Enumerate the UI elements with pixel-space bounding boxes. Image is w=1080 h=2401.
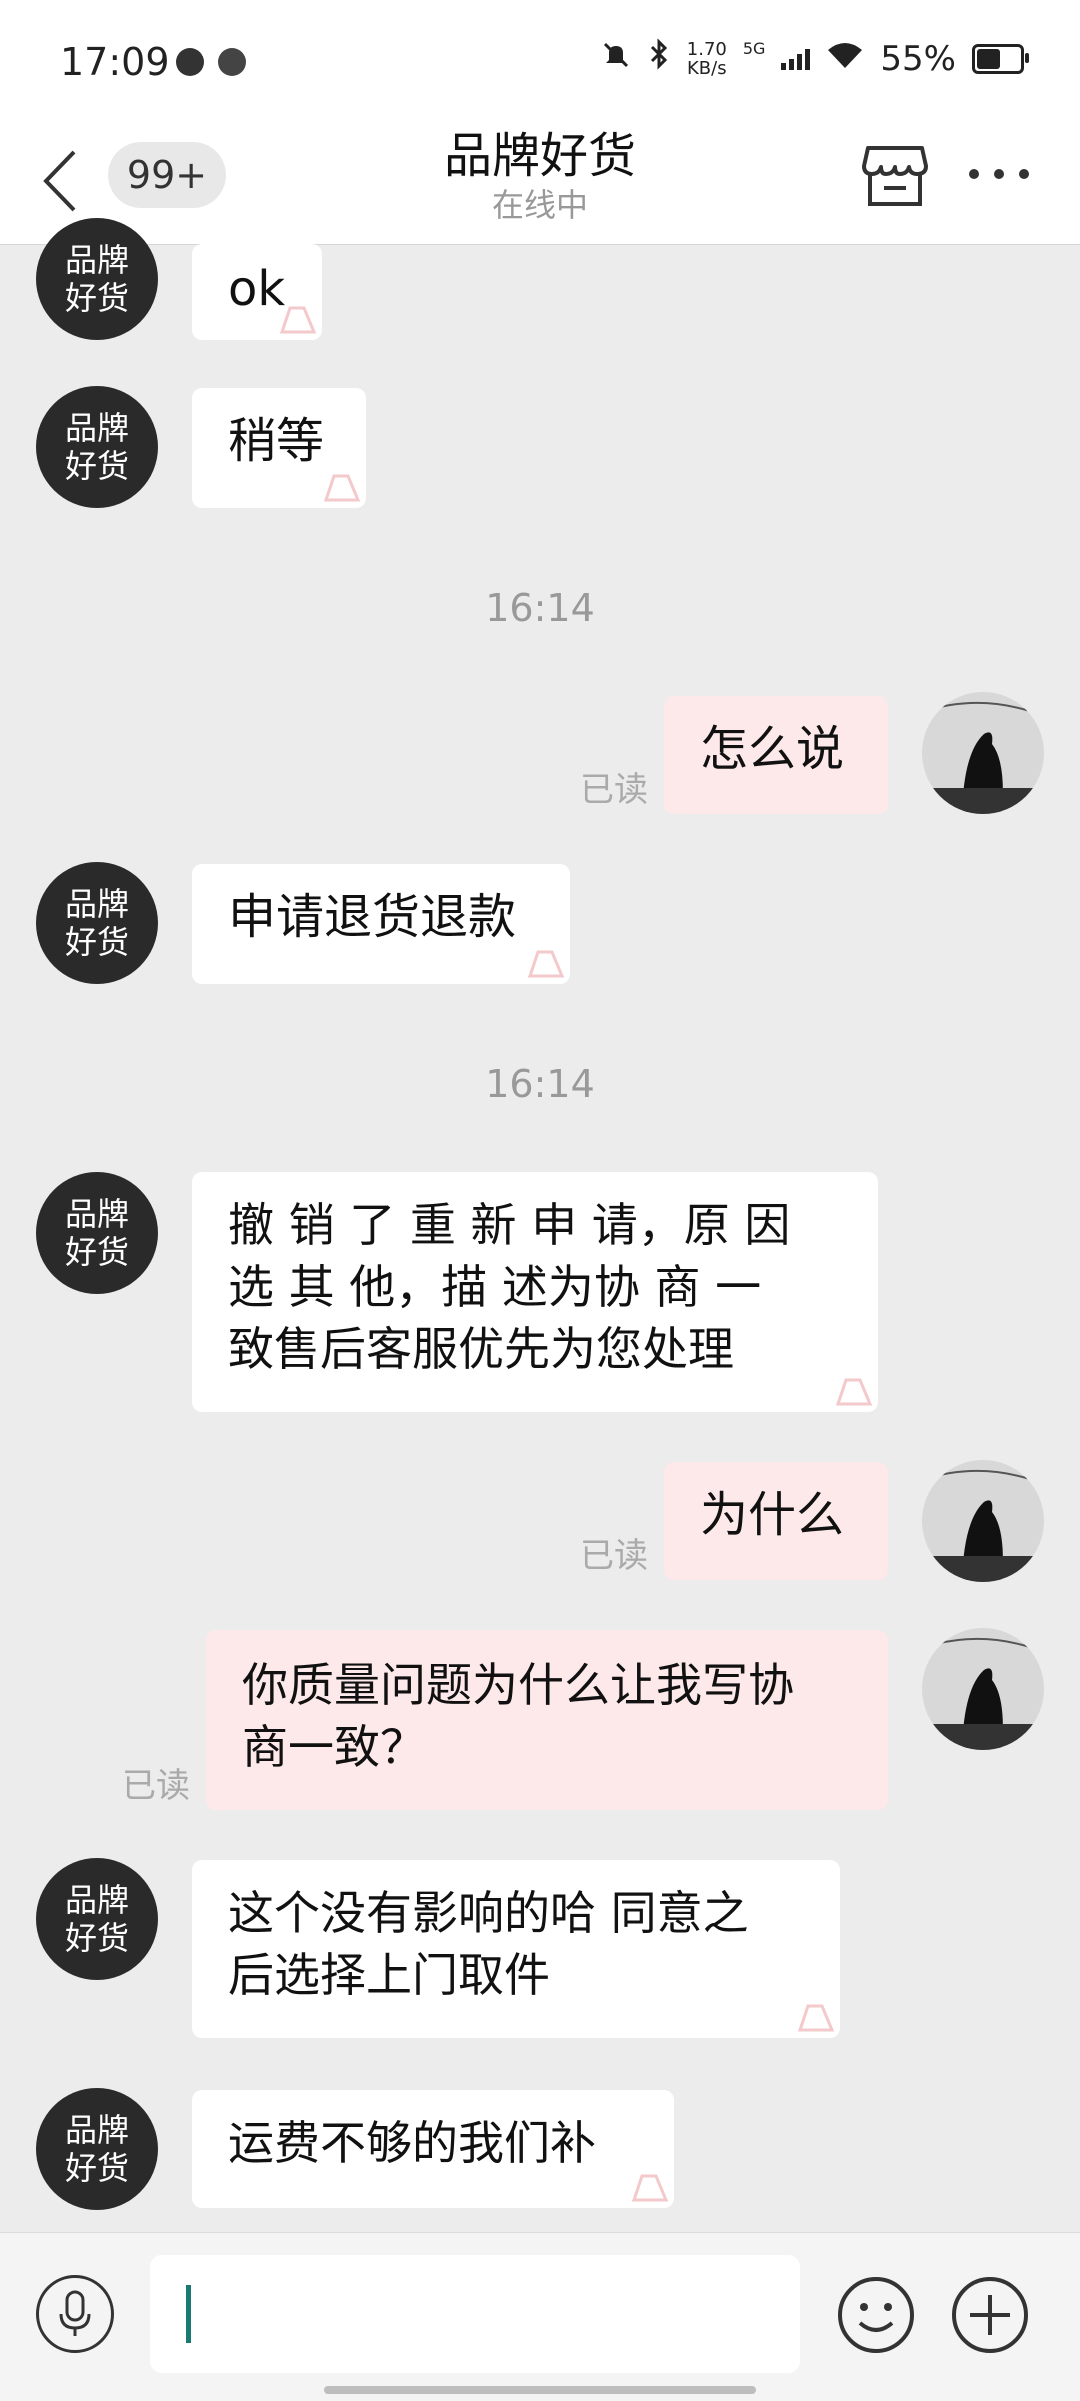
stopwatch-icon <box>218 48 246 76</box>
crow-avatar-icon <box>922 692 1044 814</box>
store-button[interactable] <box>860 140 930 210</box>
emoji-icon <box>838 2277 914 2353</box>
shop-avatar[interactable]: 品牌 好货 <box>36 1172 158 1294</box>
more-actions-button[interactable] <box>950 2275 1030 2355</box>
watermark-icon <box>631 2174 669 2202</box>
plus-icon <box>952 2277 1028 2353</box>
user-avatar[interactable] <box>922 1628 1044 1750</box>
message-input[interactable] <box>150 2255 800 2373</box>
read-receipt: 已读 <box>122 1766 190 1806</box>
vpn-icon <box>176 48 204 76</box>
input-bar <box>0 2232 1080 2401</box>
message-bubble[interactable]: 这个没有影响的哈 同意之 后选择上门取件 <box>192 1860 840 2038</box>
emoji-button[interactable] <box>836 2275 916 2355</box>
read-receipt: 已读 <box>580 770 648 810</box>
message-bubble[interactable]: 怎么说 <box>664 696 888 814</box>
shop-avatar[interactable]: 品牌 好货 <box>36 2088 158 2210</box>
voice-button[interactable] <box>36 2275 114 2353</box>
read-receipt: 已读 <box>580 1536 648 1576</box>
user-avatar[interactable] <box>922 1460 1044 1582</box>
text-caret <box>186 2285 191 2343</box>
message-bubble[interactable]: 撤 销 了 重 新 申 请，原 因 选 其 他，描 述为协 商 一 致售后客服优… <box>192 1172 878 1412</box>
wifi-icon <box>826 39 864 79</box>
message-bubble[interactable]: 稍等 <box>192 388 366 508</box>
microphone-icon <box>59 2290 91 2336</box>
store-icon <box>862 146 928 206</box>
shop-avatar[interactable]: 品牌 好货 <box>36 862 158 984</box>
battery-icon <box>972 43 1029 74</box>
home-indicator[interactable] <box>324 2386 756 2394</box>
bluetooth-icon <box>647 38 671 79</box>
message-bubble[interactable]: ok <box>192 244 322 340</box>
message-bubble[interactable]: 申请退货退款 <box>192 864 570 984</box>
more-dots-icon <box>969 169 1029 179</box>
watermark-icon <box>797 2004 835 2032</box>
status-bar: 17:09 1.70 KB/s 5G 55% <box>0 0 1080 110</box>
watermark-icon <box>323 474 361 502</box>
message-bubble[interactable]: 为什么 <box>664 1462 888 1580</box>
signal-icon <box>781 48 811 70</box>
message-bubble[interactable]: 你质量问题为什么让我写协 商一致？ <box>206 1630 888 1810</box>
net-speed: 1.70 KB/s <box>686 38 727 79</box>
shop-avatar[interactable]: 品牌 好货 <box>36 218 158 340</box>
shop-avatar[interactable]: 品牌 好货 <box>36 386 158 508</box>
status-time: 17:09 <box>60 40 170 84</box>
message-bubble[interactable]: 运费不够的我们补 <box>192 2090 674 2208</box>
user-avatar[interactable] <box>922 692 1044 814</box>
crow-avatar-icon <box>922 1460 1044 1582</box>
watermark-icon <box>835 1378 873 1406</box>
watermark-icon <box>527 950 565 978</box>
watermark-icon <box>279 306 317 334</box>
message-timestamp: 16:14 <box>485 1062 595 1106</box>
more-button[interactable] <box>964 164 1034 184</box>
chat-header: 99+ 品牌好货 在线中 <box>0 110 1080 245</box>
shop-avatar[interactable]: 品牌 好货 <box>36 1858 158 1980</box>
crow-avatar-icon <box>922 1628 1044 1750</box>
network-type: 5G <box>742 39 766 58</box>
message-timestamp: 16:14 <box>485 586 595 630</box>
battery-percent: 55% <box>880 38 956 79</box>
mute-icon <box>601 39 631 79</box>
